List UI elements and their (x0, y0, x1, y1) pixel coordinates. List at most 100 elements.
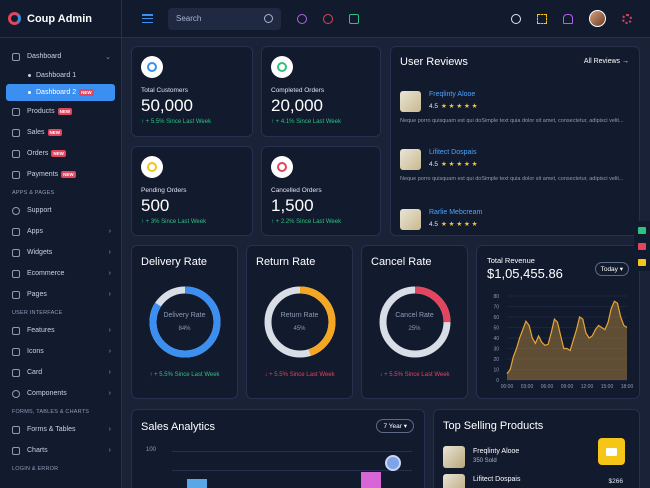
list-item[interactable]: Freqlinty Alooe 350 Sold (443, 446, 623, 470)
y-axis-tick: 60 (493, 315, 499, 321)
sidebar-item-label: Dashboard (27, 53, 62, 60)
gear-icon[interactable] (622, 13, 632, 24)
floating-toolbar (634, 221, 650, 271)
y-axis-tick: 100 (146, 447, 157, 453)
brand-logo-icon (8, 12, 21, 25)
sidebar-item-label: Support (27, 207, 52, 214)
sidebar-item-widgets[interactable]: Widgets › (0, 242, 121, 263)
review-item: Lifitect Dospais 4.5 ★ ★ ★ ★ ★ Neque porr… (400, 149, 632, 199)
stat-value: 20,000 (271, 96, 323, 115)
stat-card-total-customers: Total Customers 50,000 ↑ + 5.5% Since La… (131, 46, 253, 137)
ring-label: Cancel Rate (395, 312, 434, 319)
review-rating: 4.5 ★ ★ ★ ★ ★ (429, 161, 478, 168)
clock-icon (141, 156, 163, 178)
y-axis-tick: 40 (493, 336, 499, 342)
stat-trend: ↑ + 4.1% Since Last Week (271, 119, 342, 125)
all-reviews-link[interactable]: All Reviews → (584, 58, 629, 65)
area-fill (507, 301, 627, 380)
chat-icon[interactable] (297, 13, 307, 24)
product-name: Lifitect Dospais (473, 476, 521, 483)
clipboard-icon[interactable] (349, 13, 359, 24)
sidebar-item-label: Components (27, 390, 67, 397)
sidebar-subitem-dashboard-2[interactable]: Dashboard 2 NEW (6, 84, 115, 101)
reviewer-name[interactable]: Rarlie Mebcream (429, 209, 482, 216)
money-icon[interactable] (638, 227, 646, 234)
products-icon (12, 107, 20, 116)
x-axis-tick: 09:00 (561, 384, 574, 390)
product-name: Freqlinty Alooe (473, 448, 520, 455)
star-icon: ★ ★ ★ ★ ★ (441, 103, 478, 110)
sidebar-item-label: Charts (27, 447, 48, 454)
sidebar-item-components[interactable]: Components › (0, 383, 121, 404)
stat-value: 50,000 (141, 96, 193, 115)
cancel-icon (271, 156, 293, 178)
sidebar-item-label: Dashboard 2 (36, 89, 77, 96)
review-item: Freqlinty Alooe 4.5 ★ ★ ★ ★ ★ Neque porro… (400, 91, 632, 141)
x-axis-tick: 12:00 (581, 384, 594, 390)
list-item[interactable]: Lifitect Dospais $266 (443, 474, 623, 488)
reviewer-name[interactable]: Freqlinty Alooe (429, 91, 475, 98)
period-select[interactable]: 7 Year ▾ (376, 419, 414, 433)
theme-toggle-icon[interactable] (511, 13, 521, 24)
sidebar-item-label: Card (27, 369, 43, 376)
menu-toggle-icon[interactable] (142, 14, 153, 23)
chevron-right-icon: › (108, 447, 111, 454)
brand[interactable]: Coup Admin (0, 0, 121, 38)
new-badge: NEW (51, 150, 66, 157)
sidebar-item-charts[interactable]: Charts › (0, 440, 121, 461)
monitor-icon (12, 52, 20, 61)
stat-card-cancelled-orders: Cancelled Orders 1,500 ↑ + 2.2% Since La… (261, 146, 381, 236)
sidebar-item-icons[interactable]: Icons › (0, 341, 121, 362)
fullscreen-icon[interactable] (537, 13, 547, 24)
sidebar-item-forms-tables[interactable]: Forms & Tables › (0, 419, 121, 440)
chevron-down-icon: ⌄ (105, 53, 111, 61)
grid-line (172, 470, 412, 471)
y-axis-tick: 30 (493, 347, 499, 353)
chart-icon (12, 446, 20, 455)
chevron-right-icon: › (108, 426, 111, 433)
product-thumbnail (400, 209, 421, 230)
y-axis-tick: 70 (493, 305, 499, 311)
dot-icon (28, 91, 31, 94)
y-axis-tick: 0 (496, 378, 499, 384)
download-icon[interactable] (638, 259, 646, 266)
y-axis-tick: 80 (493, 294, 499, 300)
review-text: Neque porro quisquam est qui doSimple te… (400, 118, 624, 124)
y-axis-tick: 50 (493, 326, 499, 332)
sidebar-item-label: Pages (27, 291, 47, 298)
sidebar-item-card[interactable]: Card › (0, 362, 121, 383)
sidebar-item-support[interactable]: Support (0, 200, 121, 221)
chevron-right-icon: › (108, 291, 111, 298)
new-badge: NEW (57, 108, 73, 115)
sidebar-item-products[interactable]: Products NEW (0, 101, 121, 122)
sidebar-subitem-dashboard-1[interactable]: Dashboard 1 (6, 67, 115, 84)
bell-icon[interactable] (563, 13, 573, 24)
rate-trend: ↓ + 5.5% Since Last Week (264, 372, 335, 378)
sidebar-item-label: Forms & Tables (27, 426, 76, 433)
cart-icon[interactable] (638, 243, 646, 250)
sales-analytics-card: Sales Analytics 7 Year ▾ 100 (131, 409, 425, 488)
user-reviews-card: User Reviews All Reviews → Freqlinty Alo… (390, 46, 640, 236)
sidebar-item-features[interactable]: Features › (0, 320, 121, 341)
stat-label: Pending Orders (141, 187, 187, 194)
stat-value: 1,500 (271, 196, 314, 215)
sidebar-item-sales[interactable]: Sales NEW (0, 122, 121, 143)
product-thumbnail (443, 474, 465, 488)
apps-icon (12, 227, 20, 236)
sidebar-item-apps[interactable]: Apps › (0, 221, 121, 242)
sidebar-item-orders[interactable]: Orders NEW (0, 143, 121, 164)
stat-card-pending-orders: Pending Orders 500 ↑ + 3% Since Last Wee… (131, 146, 253, 236)
avatar[interactable] (589, 10, 606, 27)
sidebar-item-pages[interactable]: Pages › (0, 284, 121, 305)
star-icon: ★ ★ ★ ★ ★ (441, 161, 478, 168)
mail-icon[interactable] (323, 13, 333, 24)
new-badge: NEW (61, 171, 76, 178)
sidebar-item-dashboard[interactable]: Dashboard ⌄ (0, 46, 121, 67)
reviewer-name[interactable]: Lifitect Dospais (429, 149, 476, 156)
stat-label: Total Customers (141, 87, 188, 94)
search-input[interactable]: Search (168, 7, 281, 30)
cancel-rate-card: Cancel Rate Cancel Rate 25% ↓ + 5.5% Sin… (361, 245, 468, 399)
sidebar-item-ecommerce[interactable]: Ecommerce › (0, 263, 121, 284)
sidebar-item-payments[interactable]: Payments NEW (0, 164, 121, 185)
sidebar-item-label: Widgets (27, 249, 53, 256)
